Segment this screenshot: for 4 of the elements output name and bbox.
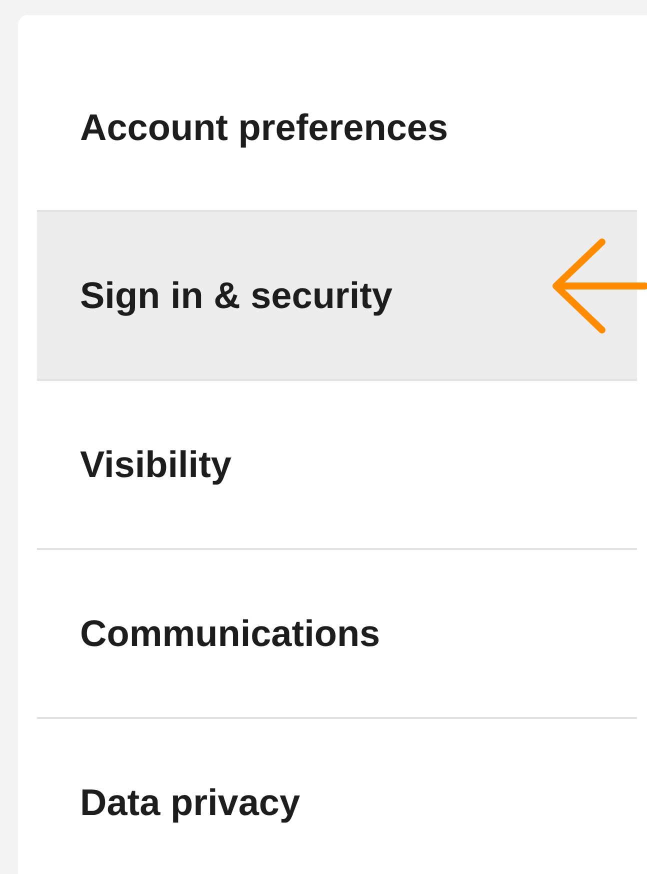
menu-item[interactable]: Visibility [37, 381, 637, 550]
menu-item[interactable]: Data privacy [37, 719, 637, 874]
menu-item[interactable]: Communications [37, 550, 637, 719]
menu-item[interactable]: Sign in & security [37, 212, 637, 381]
